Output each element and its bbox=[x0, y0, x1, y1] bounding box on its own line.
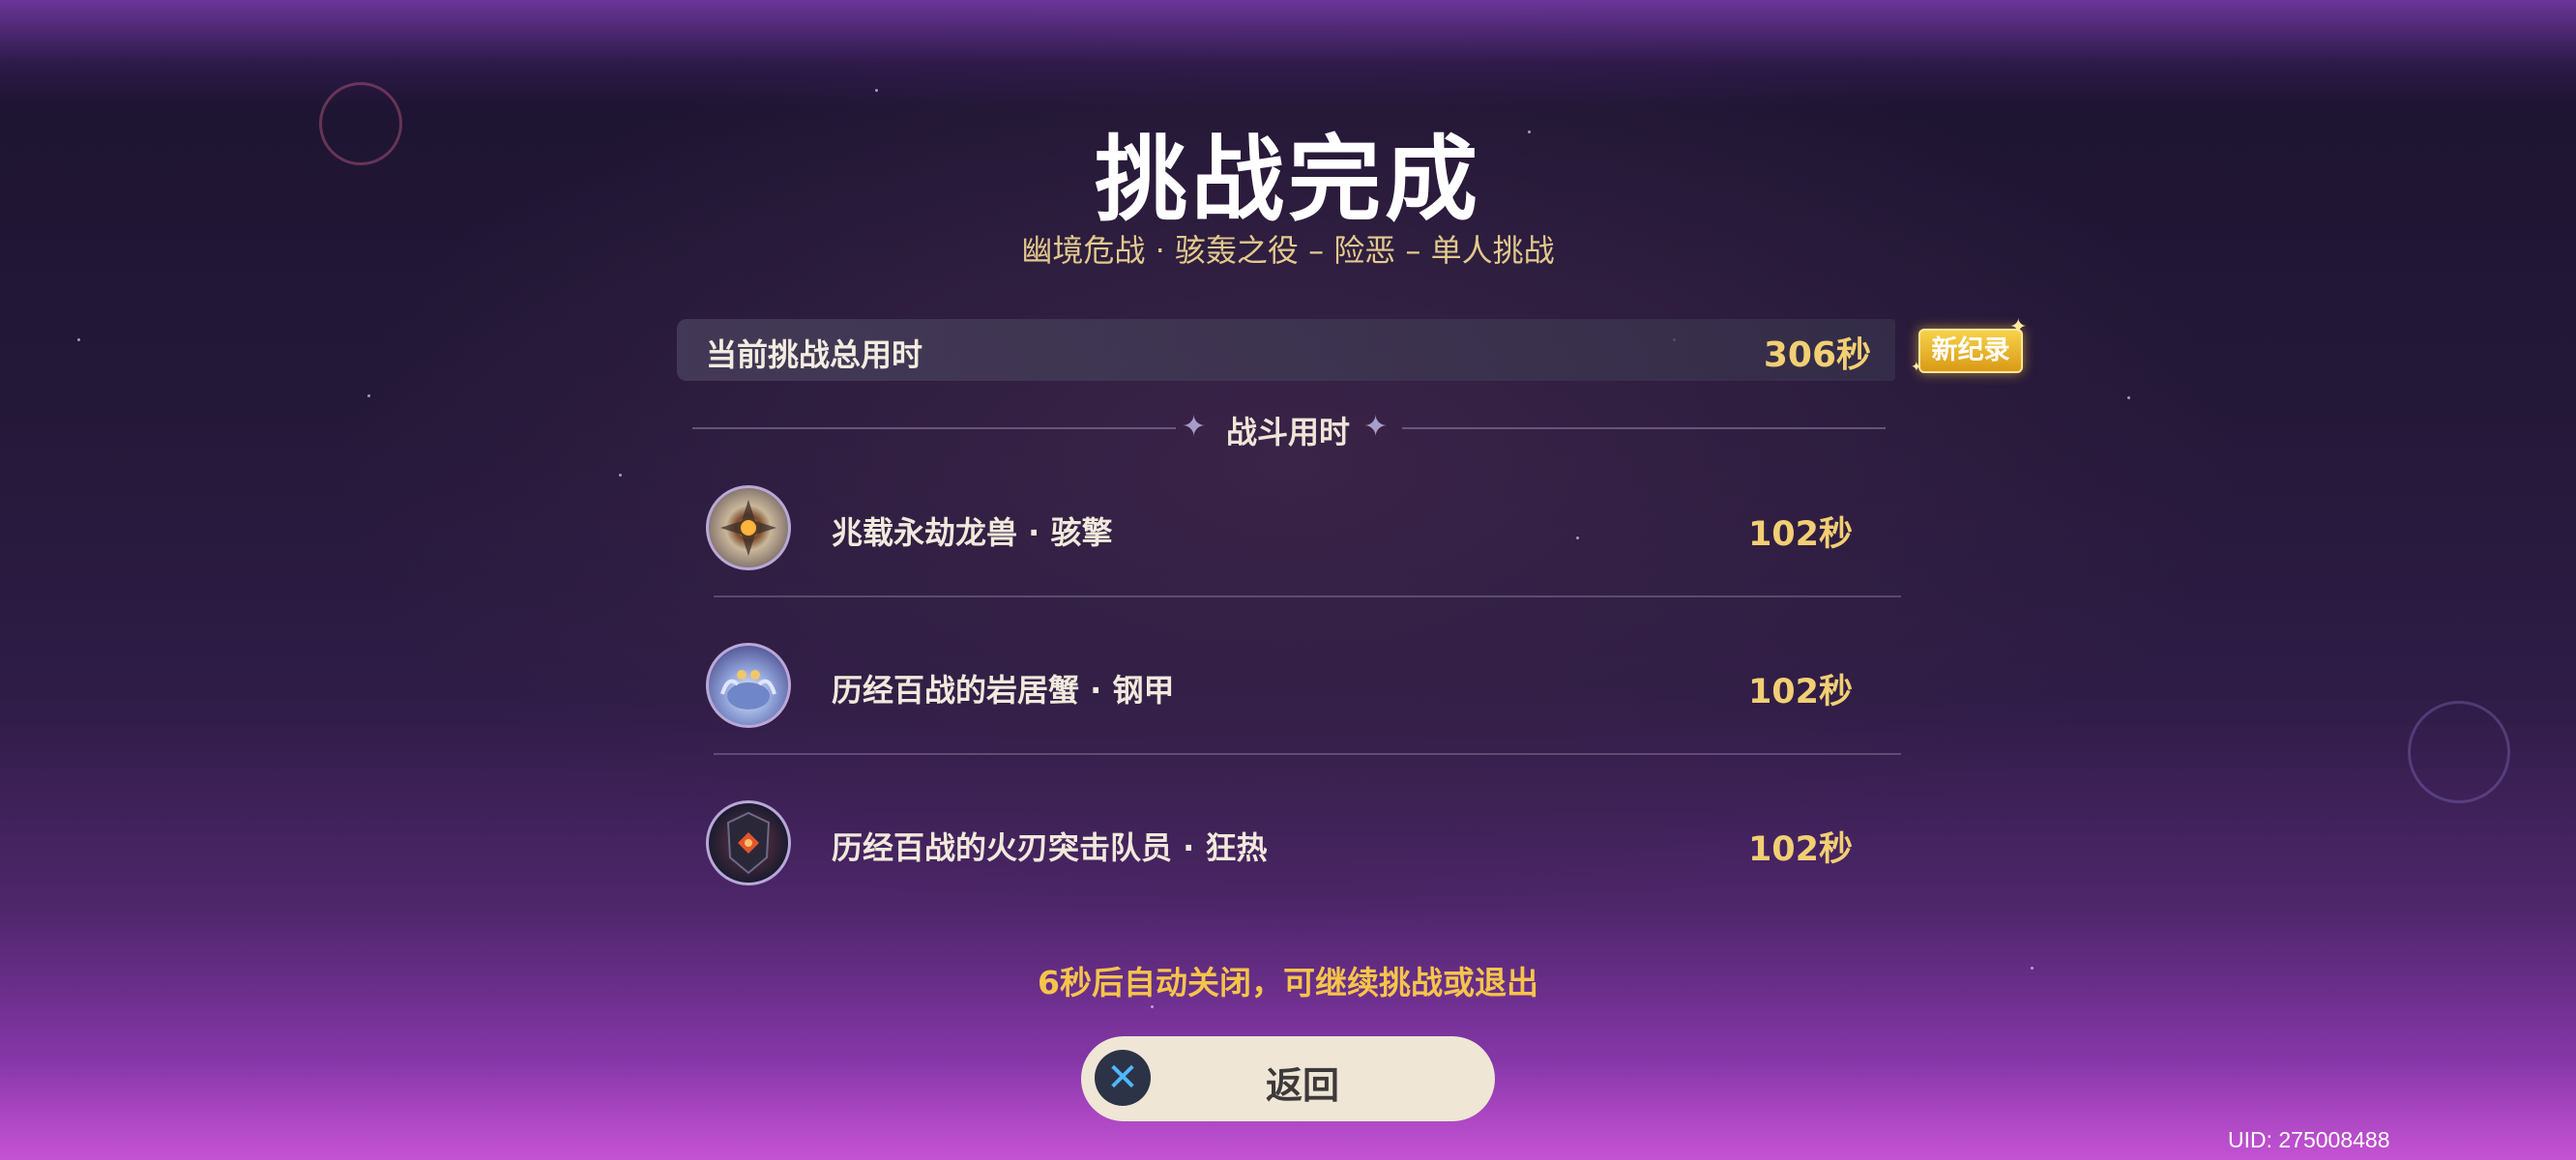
dragon-beast-icon bbox=[706, 485, 791, 570]
total-time-value: 306秒 bbox=[1763, 335, 1871, 375]
section-title: 战斗用时 bbox=[1225, 414, 1350, 450]
decor-star bbox=[1151, 1005, 1154, 1008]
decor-star bbox=[2127, 396, 2130, 399]
enemy-row: 兆载永劫龙兽 · 骇擎 102秒 bbox=[706, 485, 1901, 642]
divider-star-icon: ✦ bbox=[1363, 410, 1389, 444]
decor-star bbox=[875, 89, 878, 92]
challenge-subtitle: 幽境危战 · 骇轰之役 – 险恶 – 单人挑战 bbox=[1021, 232, 1555, 269]
row-divider bbox=[714, 595, 1901, 597]
sparkle-icon: ✦ bbox=[1911, 360, 1922, 375]
sparkle-icon: ✦ bbox=[2009, 315, 2028, 339]
return-button[interactable]: ✕ 返回 bbox=[1081, 1036, 1495, 1121]
new-record-badge: 新纪录 bbox=[1918, 329, 2023, 373]
row-divider bbox=[714, 753, 1901, 755]
section-divider-right bbox=[1402, 427, 1886, 429]
decor-star bbox=[77, 338, 80, 341]
return-button-label: 返回 bbox=[1265, 1064, 1339, 1107]
enemy-row: 历经百战的火刃突击队员 · 狂热 102秒 bbox=[706, 800, 1901, 957]
decor-star bbox=[619, 474, 622, 477]
rock-crab-icon bbox=[706, 643, 791, 728]
decor-star bbox=[367, 394, 370, 397]
page-title: 挑战完成 bbox=[1095, 126, 1481, 234]
decor-ring bbox=[2408, 701, 2510, 803]
auto-close-notice: 6秒后自动关闭，可继续挑战或退出 bbox=[1038, 964, 1538, 1001]
enemy-time: 102秒 bbox=[1747, 673, 1853, 711]
enemy-name: 历经百战的岩居蟹 · 钢甲 bbox=[832, 672, 1175, 709]
uid-label: UID: 275008488 bbox=[2228, 1127, 2390, 1152]
enemy-name: 历经百战的火刃突击队员 · 狂热 bbox=[832, 829, 1268, 866]
enemy-time: 102秒 bbox=[1747, 830, 1853, 869]
fire-blade-trooper-icon bbox=[706, 800, 791, 885]
enemy-name: 兆载永劫龙兽 · 骇擎 bbox=[832, 514, 1113, 551]
total-time-label: 当前挑战总用时 bbox=[706, 336, 923, 373]
enemy-time: 102秒 bbox=[1747, 515, 1853, 554]
enemy-row: 历经百战的岩居蟹 · 钢甲 102秒 bbox=[706, 643, 1901, 799]
